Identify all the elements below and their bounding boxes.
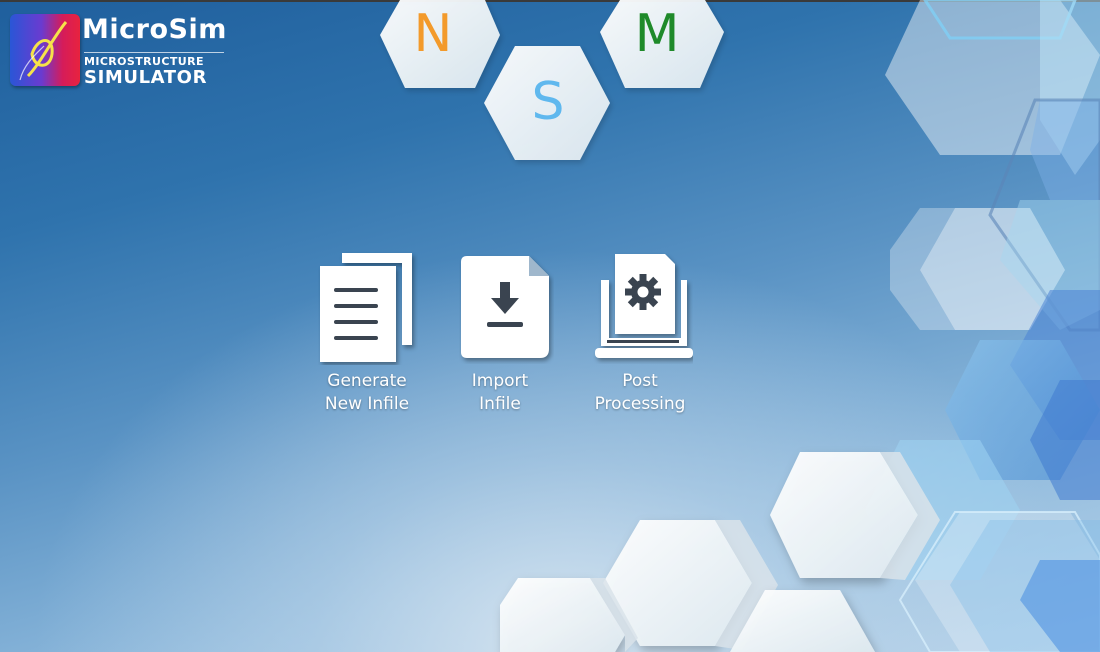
logo-divider [84, 52, 224, 53]
post-processing-label: Post Processing [575, 370, 705, 416]
hexagon-letter-s: S [531, 72, 565, 132]
generate-label-line1: Generate [327, 371, 407, 391]
logo-title: MicroSim [82, 14, 227, 45]
import-infile-button[interactable]: Import Infile [435, 250, 565, 420]
import-label-line2: Infile [479, 394, 521, 414]
logo-subtitle-bottom: SIMULATOR [84, 67, 208, 88]
main-window: N S M MicroSim MICROSTRUCTURE SIMULATOR [0, 0, 1100, 652]
import-label-line1: Import [471, 371, 529, 391]
import-file-icon [461, 256, 549, 358]
generate-new-infile-label: Generate New Infile [302, 370, 432, 416]
hexagon-letter-n: N [413, 4, 453, 64]
laptop-gear-icon [595, 254, 693, 358]
generate-new-infile-button[interactable]: Generate New Infile [302, 250, 432, 420]
documents-icon [320, 253, 412, 362]
post-label-line2: Processing [594, 394, 686, 414]
microsim-logo: MicroSim MICROSTRUCTURE SIMULATOR [10, 12, 232, 90]
phi-symbol-icon [19, 21, 68, 81]
import-infile-label: Import Infile [435, 370, 565, 416]
generate-label-line2: New Infile [324, 394, 410, 414]
post-processing-button[interactable]: Post Processing [575, 250, 705, 420]
logo-badge [10, 14, 80, 86]
hexagon-letter-m: M [634, 4, 680, 64]
post-label-line1: Post [622, 371, 658, 391]
